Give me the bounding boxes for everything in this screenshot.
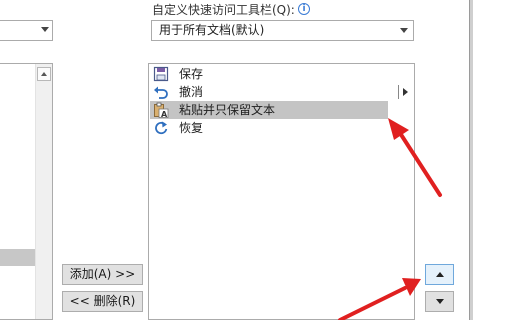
list-item[interactable]: 恢复	[150, 119, 388, 137]
list-item[interactable]: 撤消	[150, 83, 388, 101]
list-item-selected[interactable]	[0, 249, 35, 266]
scroll-up-button[interactable]	[37, 67, 51, 81]
paste-text-only-icon: A	[153, 102, 169, 119]
redo-icon	[153, 120, 169, 136]
qat-scope-dropdown[interactable]: 用于所有文档(默认)	[151, 20, 414, 41]
expand-arrow-icon[interactable]	[398, 83, 412, 101]
save-icon	[153, 66, 169, 82]
chevron-down-icon	[400, 28, 408, 33]
move-down-button[interactable]	[425, 291, 454, 312]
info-icon[interactable]: i	[298, 3, 310, 15]
commands-category-dropdown[interactable]	[0, 20, 53, 41]
list-item[interactable]: 保存	[150, 65, 388, 83]
remove-button[interactable]: << 删除(R)	[62, 291, 143, 312]
move-up-button[interactable]	[425, 264, 454, 285]
qat-scope-value: 用于所有文档(默认)	[159, 23, 265, 37]
scrollbar[interactable]	[35, 64, 52, 319]
available-commands-list[interactable]	[0, 63, 53, 320]
dialog-border	[469, 0, 473, 320]
list-item-label: 保存	[179, 67, 204, 81]
add-button[interactable]: 添加(A) >>	[62, 264, 143, 285]
customize-qat-label: 自定义快速访问工具栏(Q):	[152, 3, 295, 17]
list-item-label: 恢复	[179, 121, 204, 135]
undo-icon	[153, 84, 169, 100]
svg-text:A: A	[161, 110, 168, 118]
list-item-label: 撤消	[179, 85, 204, 99]
list-item-label: 粘贴并只保留文本	[179, 103, 276, 117]
list-item-selected[interactable]: A 粘贴并只保留文本	[150, 101, 388, 119]
chevron-down-icon	[41, 27, 49, 32]
qat-commands-list[interactable]: 保存 撤消 A 粘贴并只保留文本 恢复	[148, 63, 415, 320]
